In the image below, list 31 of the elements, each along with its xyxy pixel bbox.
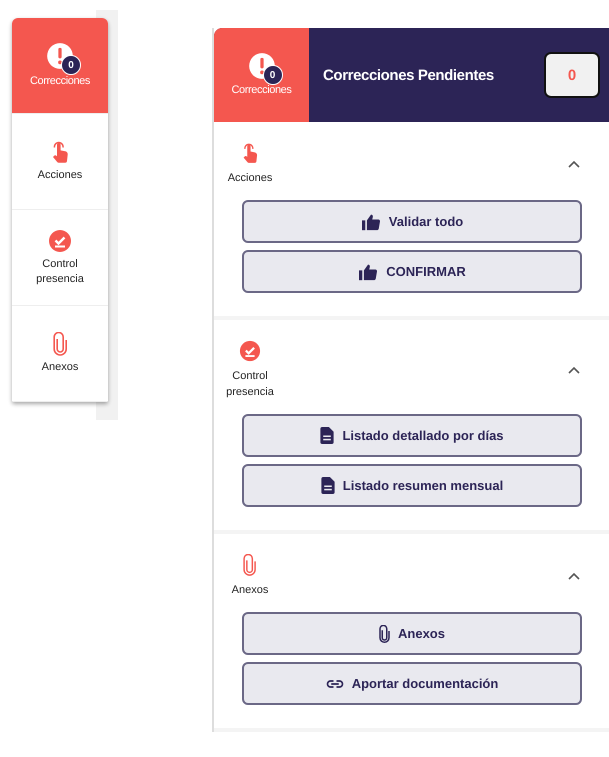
paperclip-icon [52,332,68,356]
panel-title: Correcciones Pendientes [322,66,495,84]
document-icon [320,477,335,494]
count-badge: 0 [262,65,282,85]
action-button[interactable]: CONFIRMAR [242,250,582,293]
document-icon [320,427,334,444]
check-circle-icon [239,340,261,362]
action-button[interactable]: Aportar documentación [242,662,582,705]
thumbs-up-icon [358,262,378,280]
header-tab[interactable]: 0 Correcciones [214,28,309,122]
rail-item[interactable]: Control presencia [12,210,108,306]
chevron-icon[interactable] [566,364,582,376]
action-button[interactable]: Listado resumen mensual [242,464,582,507]
pending-count: 0 [544,52,600,98]
rail-item[interactable]: Anexos [12,306,108,402]
chevron-icon[interactable] [566,570,582,582]
thumbs-up-icon [360,212,381,230]
action-button[interactable]: Validar todo [242,200,582,243]
chevron-icon[interactable] [566,158,582,170]
paperclip-icon [379,624,390,642]
section-label: Acciones [228,171,272,186]
link-icon [326,678,344,688]
paperclip-icon [243,554,257,576]
action-button[interactable]: Listado detallado por días [242,414,582,457]
check-circle-icon [48,228,72,252]
action-button[interactable]: Anexos [242,612,582,655]
count-badge: 0 [61,55,81,75]
rail-item[interactable]: Acciones [12,114,108,210]
section-label: Control presencia [226,369,274,400]
section-label: Anexos [232,583,268,598]
rail-item[interactable]: 0 Correcciones [12,18,108,114]
